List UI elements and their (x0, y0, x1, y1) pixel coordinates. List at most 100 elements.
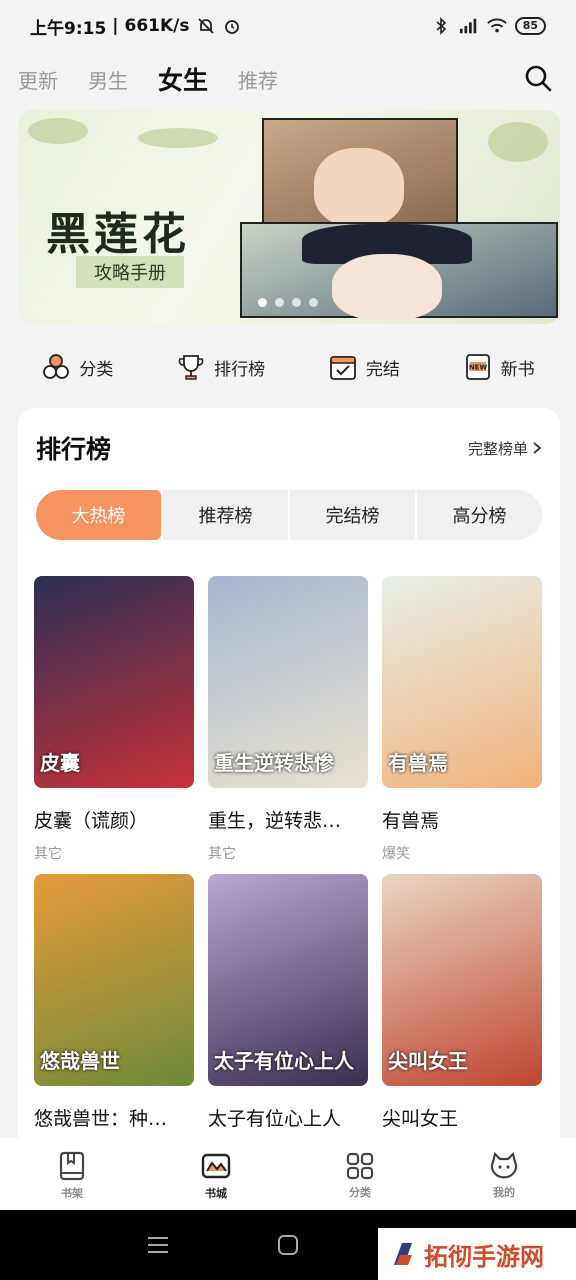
svg-text:NEW: NEW (468, 364, 487, 372)
grid-icon (346, 1152, 374, 1180)
profile-icon (490, 1152, 518, 1179)
book-genre: 其它 (34, 846, 62, 862)
cover-title-art: 尖叫女王 (388, 1049, 468, 1073)
book-genre: 爆笑 (382, 846, 410, 862)
watermark-text: 拓彻手游网 (424, 1242, 544, 1271)
carousel-dot[interactable] (258, 298, 267, 307)
book-item[interactable]: 尖叫女王 尖叫女王 (382, 874, 542, 1168)
cover-title-art: 有兽焉 (388, 751, 448, 775)
bookshelf-icon (59, 1151, 85, 1181)
quick-nav-label: 排行榜 (214, 359, 266, 380)
full-ranking-link[interactable]: 完整榜单 (468, 438, 542, 459)
battery-indicator: 85 (514, 17, 546, 35)
alarm-icon (222, 17, 242, 35)
bottom-nav-label: 我的 (493, 1186, 515, 1199)
trophy-icon (176, 352, 206, 382)
tab-female[interactable]: 女生 (158, 61, 208, 97)
bottom-nav: 书架 书城 分类 我的 (0, 1138, 576, 1210)
carousel-indicator (258, 298, 318, 307)
status-right: 85 (431, 17, 546, 35)
bookstore-icon (201, 1153, 231, 1179)
quick-nav-new[interactable]: NEW 新书 (463, 352, 535, 382)
watermark: 拓彻手游网 (378, 1228, 576, 1280)
category-icon (41, 352, 71, 382)
new-book-icon: NEW (463, 352, 493, 382)
book-genre: 其它 (208, 846, 236, 862)
search-button[interactable] (520, 60, 556, 96)
ranking-tabs: 大热榜 推荐榜 完结榜 高分榜 (36, 490, 542, 540)
status-bar: 上午9:15 | 661K/s 85 (0, 0, 576, 52)
home-icon (278, 1235, 298, 1255)
book-cover[interactable]: 悠哉兽世 (34, 874, 194, 1086)
book-cover[interactable]: 重生逆转悲惨 (208, 576, 368, 788)
wifi-icon (486, 17, 507, 35)
book-title: 太子有位心上人 (208, 1108, 342, 1130)
carousel-dot[interactable] (309, 298, 318, 307)
banner-character (314, 148, 404, 226)
cover-title-art: 悠哉兽世 (40, 1049, 120, 1073)
tab-update[interactable]: 更新 (18, 65, 58, 94)
ranking-tab-top-rated[interactable]: 高分榜 (415, 490, 542, 540)
book-title: 皮囊（谎颜） (34, 810, 149, 832)
book-item[interactable]: 皮囊 皮囊（谎颜） 其它 (34, 576, 194, 874)
ranking-header: 排行榜 完整榜单 (36, 428, 542, 468)
ranking-tab-completed[interactable]: 完结榜 (288, 490, 415, 540)
quick-nav-label: 新书 (500, 359, 535, 380)
calendar-check-icon (328, 352, 358, 382)
status-left: 上午9:15 | 661K/s (30, 14, 242, 39)
banner-subtitle: 攻略手册 (76, 256, 184, 288)
cover-title-art: 重生逆转悲惨 (214, 751, 334, 775)
book-title: 有兽焉 (382, 810, 440, 832)
book-item[interactable]: 重生逆转悲惨 重生，逆转悲… 其它 (208, 576, 368, 874)
status-time: 上午9:15 (30, 18, 107, 39)
watermark-logo-icon (394, 1243, 412, 1265)
book-item[interactable]: 太子有位心上人 太子有位心上人 (208, 874, 368, 1168)
quick-nav-ranking[interactable]: 排行榜 (176, 352, 265, 382)
quick-nav-label: 分类 (79, 359, 114, 380)
carousel-dot[interactable] (292, 298, 301, 307)
quick-nav-completed[interactable]: 完结 (328, 352, 400, 382)
mute-icon (196, 17, 216, 35)
tab-male[interactable]: 男生 (88, 65, 128, 94)
book-title: 悠哉兽世：种… (34, 1108, 168, 1130)
banner-carousel[interactable]: 黑莲花 攻略手册 (18, 110, 560, 324)
banner-title: 黑莲花 (46, 209, 190, 260)
signal-icon (459, 17, 479, 35)
cover-title-art: 皮囊 (40, 751, 80, 775)
banner-art-panel (262, 118, 458, 226)
banner-decoration (28, 118, 88, 144)
banner-decoration (138, 128, 218, 148)
bottom-nav-bookshelf[interactable]: 书架 (27, 1151, 117, 1201)
bottom-nav-bookstore[interactable]: 书城 (171, 1151, 261, 1201)
search-icon (525, 65, 552, 92)
book-cover[interactable]: 有兽焉 (382, 576, 542, 788)
book-cover[interactable]: 尖叫女王 (382, 874, 542, 1086)
banner-decoration (488, 122, 548, 162)
banner-character (332, 254, 442, 320)
carousel-dot[interactable] (275, 298, 284, 307)
ranking-tab-recommend[interactable]: 推荐榜 (161, 490, 288, 540)
book-title: 重生，逆转悲… (208, 810, 342, 832)
quick-nav-label: 完结 (365, 359, 400, 380)
top-tabs: 更新 男生 女生 推荐 (0, 52, 576, 106)
bluetooth-icon (431, 17, 451, 35)
status-divider: | (112, 16, 119, 36)
menu-icon (148, 1237, 168, 1253)
ranking-tab-hot[interactable]: 大热榜 (36, 490, 161, 540)
book-item[interactable]: 悠哉兽世 悠哉兽世：种… (34, 874, 194, 1168)
home-button[interactable] (273, 1230, 303, 1260)
book-item[interactable]: 有兽焉 有兽焉 爆笑 (382, 576, 542, 874)
bottom-nav-label: 书架 (61, 1187, 83, 1200)
quick-nav-category[interactable]: 分类 (41, 352, 113, 382)
tab-recommend[interactable]: 推荐 (238, 65, 278, 94)
ranking-title: 排行榜 (36, 435, 112, 464)
book-title: 尖叫女王 (382, 1108, 459, 1130)
bottom-nav-label: 分类 (349, 1186, 371, 1199)
book-cover[interactable]: 皮囊 (34, 576, 194, 788)
bottom-nav-profile[interactable]: 我的 (459, 1152, 549, 1200)
full-ranking-label: 完整榜单 (467, 439, 528, 458)
menu-button[interactable] (143, 1230, 173, 1260)
book-cover[interactable]: 太子有位心上人 (208, 874, 368, 1086)
bottom-nav-label: 书城 (205, 1187, 227, 1200)
bottom-nav-category[interactable]: 分类 (315, 1152, 405, 1200)
